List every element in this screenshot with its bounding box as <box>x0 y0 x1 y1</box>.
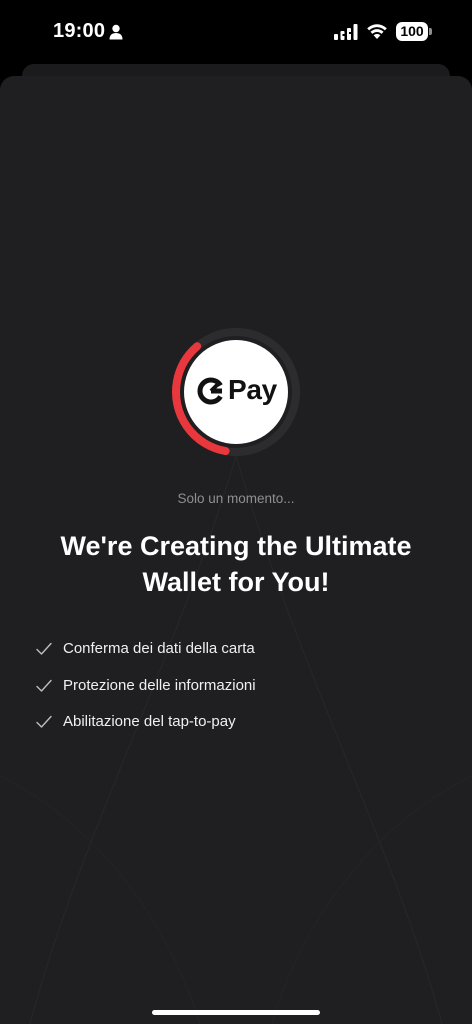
battery-icon: 100 <box>396 22 428 41</box>
list-item: Protezione delle informazioni <box>36 673 436 710</box>
curve-pay-logo-icon <box>197 377 223 405</box>
check-icon <box>36 715 52 728</box>
steps-list: Conferma dei dati della carta Protezione… <box>36 636 436 746</box>
step-label: Conferma dei dati della carta <box>63 640 255 657</box>
signal-icon <box>334 24 358 40</box>
logo-text: Pay <box>228 374 277 405</box>
status-time: 19:00 <box>53 20 106 42</box>
battery-tip <box>429 28 432 35</box>
page-title: We're Creating the Ultimate Wallet for Y… <box>60 531 412 597</box>
step-label: Protezione delle informazioni <box>63 676 256 694</box>
step-label: Abilitazione del tap-to-pay <box>63 713 236 730</box>
wifi-icon <box>367 24 387 39</box>
check-icon <box>36 679 52 692</box>
status-bar: 19:00 100 <box>0 0 472 62</box>
check-icon <box>36 642 52 655</box>
home-indicator[interactable] <box>152 1010 320 1015</box>
list-item: Abilitazione del tap-to-pay <box>36 709 436 746</box>
list-item: Conferma dei dati della carta <box>36 636 436 673</box>
loading-subtitle: Solo un momento... <box>177 491 295 506</box>
person-icon <box>109 24 123 40</box>
